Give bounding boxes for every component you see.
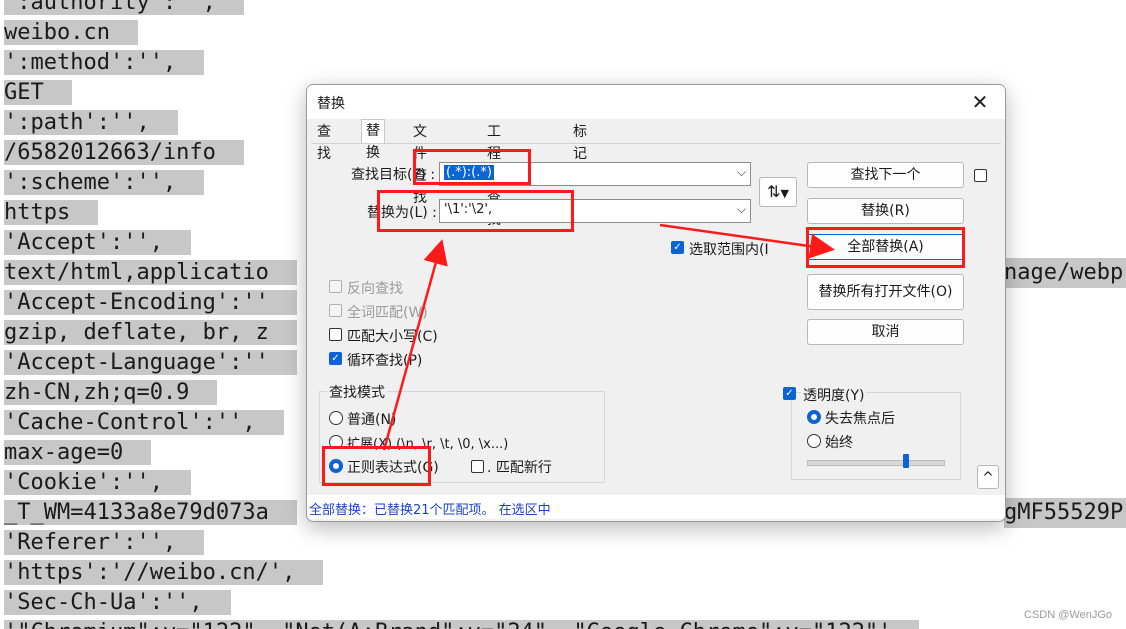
- replace-input[interactable]: '\1':'\2', ⌵: [439, 199, 751, 223]
- cancel-button[interactable]: 取消: [807, 319, 964, 345]
- code-line: gzip, deflate, br, z: [4, 318, 297, 348]
- code-line: ':method':'',: [4, 48, 205, 78]
- extended-mode-label: 扩展(X) (\n, \r, \t, \0, \x...): [347, 437, 509, 452]
- tab-divider: [311, 143, 1001, 144]
- chevron-up-icon: ^: [982, 470, 994, 486]
- code-line: ':scheme':'',: [4, 168, 205, 198]
- code-line: 'Sec-Ch-Ua':'',: [4, 588, 231, 618]
- transparency-slider-thumb[interactable]: [903, 454, 910, 468]
- code-line: max-age=0: [4, 438, 152, 468]
- code-line: 'https':'//weibo.cn/',: [4, 558, 324, 588]
- whole-word-label: 全词匹配(W): [347, 305, 428, 321]
- normal-mode-label: 普通(N): [347, 412, 397, 428]
- normal-mode-radio[interactable]: [329, 411, 343, 425]
- backward-checkbox[interactable]: [329, 280, 342, 293]
- replace-button[interactable]: 替换(R): [807, 198, 964, 224]
- dialog-titlebar: 替换 ✕: [307, 85, 1005, 119]
- replace-dialog: 替换 ✕ 查找 替换 文件查找 工程中查找 标记 查找目标(F) : (.*):…: [306, 84, 1006, 522]
- tab-find-in-projects[interactable]: 工程中查找: [483, 121, 505, 228]
- on-lose-focus-radio[interactable]: [807, 410, 821, 424]
- match-case-checkbox[interactable]: [329, 328, 342, 341]
- on-lose-focus-label: 失去焦点后: [825, 411, 895, 427]
- dropdown-arrow-icon: ▼: [780, 187, 789, 200]
- code-line: 'Accept-Encoding':'': [4, 288, 297, 318]
- tab-mark[interactable]: 标记: [569, 121, 591, 162]
- replace-value: '\1':'\2',: [444, 202, 493, 217]
- find-label: 查找目标(F) :: [351, 167, 436, 183]
- code-line: https: [4, 198, 99, 228]
- tab-find-in-files[interactable]: 文件查找: [409, 121, 431, 206]
- find-next-checkbox[interactable]: [974, 169, 987, 182]
- code-line: 'Accept-Language':'': [4, 348, 297, 378]
- code-line: weibo.cn: [4, 18, 138, 48]
- chevron-down-icon[interactable]: ⌵: [737, 202, 746, 217]
- code-line: '"Chromium";v="122", "Not(A:Brand";v="24…: [4, 618, 920, 629]
- find-next-button[interactable]: 查找下一个: [807, 162, 964, 188]
- dialog-title: 替换: [317, 96, 345, 112]
- transparency-slider-track[interactable]: [807, 460, 945, 466]
- code-line: 'Referer':'',: [4, 528, 205, 558]
- watermark: CSDN @WenJGo: [1024, 609, 1112, 621]
- swap-icon: ⇅: [767, 182, 781, 201]
- transparency-title: 透明度(Y): [801, 385, 867, 405]
- wrap-around-checkbox[interactable]: ✓: [329, 352, 342, 365]
- find-input[interactable]: (.*):(.*) ⌵: [439, 162, 751, 186]
- code-fragment: nage/webp: [1004, 258, 1126, 288]
- collapse-button[interactable]: ^: [977, 465, 999, 489]
- code-line: text/html,applicatio: [4, 258, 297, 288]
- chevron-down-icon[interactable]: ⌵: [737, 165, 746, 180]
- dot-newline-checkbox[interactable]: [471, 460, 484, 473]
- replace-all-button[interactable]: 全部替换(A): [807, 234, 964, 260]
- close-icon[interactable]: ✕: [967, 89, 993, 115]
- always-radio[interactable]: [807, 434, 821, 448]
- replace-all-open-files-button[interactable]: 替换所有打开文件(O): [807, 274, 964, 310]
- whole-word-checkbox[interactable]: [329, 304, 342, 317]
- code-line: _T_WM=4133a8e79d073a: [4, 498, 297, 528]
- replace-label: 替换为(L) :: [367, 205, 437, 221]
- code-line: zh-CN,zh;q=0.9: [4, 378, 218, 408]
- swap-button[interactable]: ⇅▼: [759, 177, 797, 207]
- backward-label: 反向查找: [347, 281, 403, 297]
- code-fragment: gMF55529P: [1004, 498, 1126, 528]
- search-mode-title: 查找模式: [327, 382, 387, 402]
- transparency-checkbox[interactable]: ✓: [783, 387, 796, 400]
- regex-mode-radio[interactable]: [329, 459, 343, 473]
- extended-mode-radio[interactable]: [329, 435, 343, 449]
- status-text: 全部替换：已替换21个匹配项。 在选区中: [309, 503, 551, 518]
- code-line: 'Cookie':'',: [4, 468, 191, 498]
- code-line: 'Cache-Control':'',: [4, 408, 284, 438]
- tab-replace[interactable]: 替换: [361, 119, 385, 161]
- match-case-label: 匹配大小写(C): [347, 329, 438, 345]
- dot-newline-label: . 匹配新行: [487, 460, 552, 476]
- always-label: 始终: [825, 435, 853, 451]
- wrap-around-label: 循环查找(P): [347, 353, 423, 369]
- find-value: (.*):(.*): [444, 165, 494, 180]
- code-line: ':authority':'',: [4, 0, 244, 18]
- status-bar: 全部替换：已替换21个匹配项。 在选区中: [307, 495, 1005, 519]
- tab-find[interactable]: 查找: [313, 121, 335, 162]
- code-line: GET: [4, 78, 72, 108]
- code-line: ':path':'',: [4, 108, 178, 138]
- code-line: /6582012663/info: [4, 138, 244, 168]
- in-selection-checkbox[interactable]: ✓: [671, 241, 684, 254]
- code-line: 'Accept':'',: [4, 228, 191, 258]
- in-selection-label: 选取范围内(I: [689, 242, 769, 258]
- regex-mode-label: 正则表达式(G): [347, 460, 439, 476]
